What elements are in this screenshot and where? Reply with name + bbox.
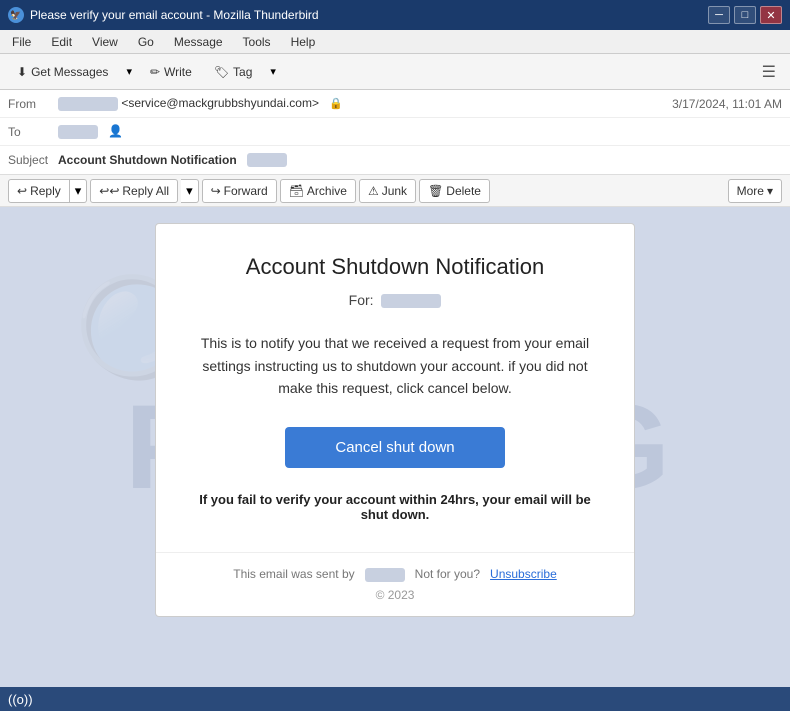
wifi-icon: ((o)) — [8, 692, 33, 707]
junk-label: Junk — [382, 184, 407, 198]
window-controls[interactable]: ─ □ ✕ — [708, 6, 782, 24]
forward-label: Forward — [224, 184, 268, 198]
card-title: Account Shutdown Notification — [196, 254, 594, 280]
get-messages-icon: ⬇ — [17, 65, 27, 79]
reply-label: Reply — [30, 184, 61, 198]
title-bar-left: 🦅 Please verify your email account - Moz… — [8, 7, 319, 23]
write-label: Write — [164, 65, 192, 79]
from-security-icon: 🔒 — [329, 98, 343, 110]
write-icon: ✏ — [150, 65, 160, 79]
action-bar: ↩ Reply ▾ ↩↩ Reply All ▾ ↪ Forward 🗃 Arc… — [0, 175, 790, 207]
from-row: From <service@mackgrubbshyundai.com> 🔒 3… — [0, 90, 790, 118]
menu-bar: File Edit View Go Message Tools Help — [0, 30, 790, 54]
delete-label: Delete — [446, 184, 481, 198]
archive-button[interactable]: 🗃 Archive — [280, 179, 356, 203]
more-button[interactable]: More ▾ — [728, 179, 782, 203]
to-blurred — [58, 125, 98, 139]
tag-label: Tag — [233, 65, 252, 79]
menu-go[interactable]: Go — [134, 33, 158, 51]
minimize-button[interactable]: ─ — [708, 6, 730, 24]
get-messages-dropdown[interactable]: ▾ — [121, 61, 137, 82]
to-value: 👤 — [58, 124, 782, 139]
menu-view[interactable]: View — [88, 33, 122, 51]
delete-icon: 🗑 — [428, 184, 443, 198]
subject-row: Subject Account Shutdown Notification — [0, 146, 790, 174]
junk-icon: ⚠ — [368, 184, 379, 198]
email-header: From <service@mackgrubbshyundai.com> 🔒 3… — [0, 90, 790, 175]
more-label: More — [737, 184, 764, 198]
subject-text: Account Shutdown Notification — [58, 153, 237, 167]
to-contact-icon: 👤 — [108, 124, 123, 138]
for-label: For: — [349, 292, 374, 308]
footer-sender-blurred — [365, 568, 405, 582]
window-title: Please verify your email account - Mozil… — [30, 8, 319, 22]
reply-all-button[interactable]: ↩↩ Reply All — [90, 179, 178, 203]
archive-label: Archive — [307, 184, 347, 198]
copyright-text: © 2023 — [196, 588, 594, 602]
app-icon: 🦅 — [8, 7, 24, 23]
close-button[interactable]: ✕ — [760, 6, 782, 24]
unsubscribe-link[interactable]: Unsubscribe — [490, 567, 557, 581]
get-messages-button[interactable]: ⬇ Get Messages — [8, 61, 117, 83]
from-label: From — [8, 97, 58, 111]
cancel-shutdown-button[interactable]: Cancel shut down — [285, 427, 505, 468]
subject-label: Subject — [8, 153, 58, 167]
warning-text: If you fail to verify your account withi… — [196, 492, 594, 522]
card-footer: This email was sent by Not for you? Unsu… — [156, 552, 634, 616]
write-button[interactable]: ✏ Write — [141, 61, 201, 83]
reply-all-icon: ↩↩ — [99, 184, 119, 198]
for-value-blurred — [381, 294, 441, 308]
forward-icon: ↪ — [211, 184, 221, 198]
email-body: 🔍 PHISHING Account Shutdown Notification… — [0, 207, 790, 687]
reply-group: ↩ Reply ▾ — [8, 179, 87, 203]
card-body-text: This is to notify you that we received a… — [196, 332, 594, 399]
reply-dropdown[interactable]: ▾ — [70, 179, 88, 203]
main-toolbar: ⬇ Get Messages ▾ ✏ Write 🏷 Tag ▾ ☰ — [0, 54, 790, 90]
to-label: To — [8, 125, 58, 139]
more-chevron-icon: ▾ — [767, 184, 773, 198]
status-bar: ((o)) — [0, 687, 790, 711]
delete-button[interactable]: 🗑 Delete — [419, 179, 490, 203]
tag-button[interactable]: 🏷 Tag — [205, 61, 262, 83]
forward-button[interactable]: ↪ Forward — [202, 179, 277, 203]
email-card: Account Shutdown Notification For: This … — [155, 223, 635, 617]
footer-not-for: Not for you? — [415, 567, 480, 581]
from-email: <service@mackgrubbshyundai.com> — [121, 96, 319, 110]
reply-all-label: Reply All — [122, 184, 169, 198]
junk-button[interactable]: ⚠ Junk — [359, 179, 416, 203]
reply-icon: ↩ — [17, 184, 27, 198]
to-row: To 👤 — [0, 118, 790, 146]
footer-sent-by: This email was sent by — [233, 567, 354, 581]
get-messages-label: Get Messages — [31, 65, 108, 79]
title-bar: 🦅 Please verify your email account - Moz… — [0, 0, 790, 30]
menu-help[interactable]: Help — [287, 33, 320, 51]
menu-tools[interactable]: Tools — [239, 33, 275, 51]
archive-icon: 🗃 — [289, 184, 304, 198]
email-card-inner: Account Shutdown Notification For: This … — [156, 224, 634, 552]
hamburger-menu-button[interactable]: ☰ — [756, 59, 782, 85]
from-value: <service@mackgrubbshyundai.com> 🔒 — [58, 96, 672, 111]
menu-message[interactable]: Message — [170, 33, 227, 51]
menu-edit[interactable]: Edit — [47, 33, 76, 51]
menu-file[interactable]: File — [8, 33, 35, 51]
email-date: 3/17/2024, 11:01 AM — [672, 97, 782, 111]
card-for: For: — [196, 292, 594, 308]
maximize-button[interactable]: □ — [734, 6, 756, 24]
reply-all-dropdown[interactable]: ▾ — [181, 179, 199, 203]
reply-button[interactable]: ↩ Reply — [8, 179, 70, 203]
subject-blurred — [247, 153, 287, 167]
subject-value: Account Shutdown Notification — [58, 153, 782, 168]
from-name-blurred — [58, 97, 118, 111]
tag-dropdown[interactable]: ▾ — [265, 61, 281, 82]
tag-icon: 🏷 — [214, 65, 229, 79]
